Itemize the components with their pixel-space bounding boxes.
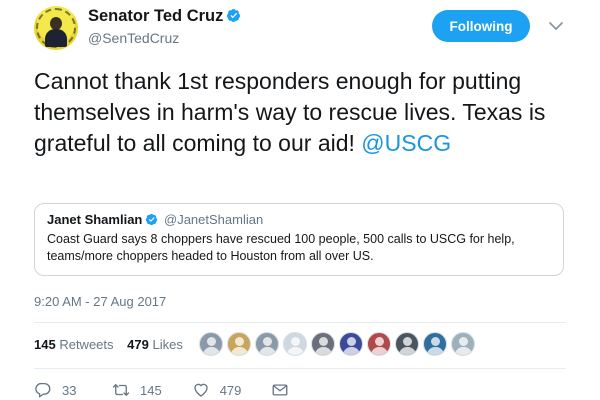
like-count: 479 <box>219 382 242 398</box>
liker-avatar[interactable] <box>339 332 363 356</box>
heart-icon <box>194 383 208 397</box>
tweet-timestamp[interactable]: 9:20 AM - 27 Aug 2017 <box>34 294 166 309</box>
author-handle[interactable]: @SenTedCruz <box>88 30 179 46</box>
liker-avatar-body <box>231 347 248 355</box>
verified-badge-icon <box>146 213 158 226</box>
quoted-author-handle: @JanetShamlian <box>164 212 264 227</box>
liker-avatar[interactable] <box>367 332 391 356</box>
liker-avatar[interactable] <box>255 332 279 356</box>
liker-avatar-head <box>459 337 468 346</box>
reply-count: 33 <box>62 382 77 398</box>
liker-avatar-head <box>291 337 300 346</box>
liker-avatar[interactable] <box>395 332 419 356</box>
quoted-tweet-header: Janet Shamlian @JanetShamlian <box>47 212 551 227</box>
liker-avatar-body <box>287 347 304 355</box>
liker-avatar[interactable] <box>311 332 335 356</box>
liker-avatar[interactable] <box>227 332 251 356</box>
retweet-count: 145 <box>140 382 162 398</box>
profile-avatar[interactable] <box>34 6 78 50</box>
direct-message-button[interactable] <box>271 381 299 399</box>
likes-label[interactable]: Likes <box>152 337 182 352</box>
author-name-row[interactable]: Senator Ted Cruz <box>88 7 241 26</box>
liker-avatar-body <box>399 347 416 355</box>
verified-badge-icon <box>227 8 241 23</box>
liker-avatar-body <box>455 347 472 355</box>
liker-avatar[interactable] <box>423 332 447 356</box>
liker-avatar-head <box>263 337 272 346</box>
avatar-torso <box>45 29 67 47</box>
mail-icon <box>272 384 288 396</box>
quoted-tweet[interactable]: Janet Shamlian @JanetShamlian Coast Guar… <box>34 203 564 276</box>
tweet-actions: 33 145 479 <box>34 380 329 400</box>
liker-avatar-head <box>347 337 356 346</box>
liker-avatar-body <box>203 347 220 355</box>
retweets-label[interactable]: Retweets <box>59 337 113 352</box>
divider <box>34 368 566 369</box>
liker-avatar-body <box>371 347 388 355</box>
tweet-header: Senator Ted Cruz @SenTedCruz Following <box>34 6 574 50</box>
liker-avatars <box>199 332 479 358</box>
liker-avatar-head <box>319 337 328 346</box>
tweet-body: Cannot thank 1st responders enough for p… <box>34 68 546 156</box>
liker-avatar[interactable] <box>451 332 475 356</box>
quoted-tweet-text: Coast Guard says 8 choppers have rescued… <box>47 232 515 263</box>
mention-link[interactable]: @USCG <box>361 130 451 156</box>
following-button[interactable]: Following <box>432 10 530 42</box>
liker-avatar-head <box>403 337 412 346</box>
divider <box>34 322 566 323</box>
tweet-text: Cannot thank 1st responders enough for p… <box>34 66 574 159</box>
liker-avatar-head <box>207 337 216 346</box>
tweet-stats: 145 Retweets 479 Likes <box>34 337 183 352</box>
liker-avatar-body <box>315 347 332 355</box>
quoted-author-name: Janet Shamlian <box>47 212 143 227</box>
liker-avatar[interactable] <box>283 332 307 356</box>
liker-avatar-head <box>375 337 384 346</box>
reply-icon <box>35 382 51 398</box>
retweet-button[interactable]: 145 <box>112 381 162 399</box>
liker-avatar-head <box>431 337 440 346</box>
liker-avatar-body <box>427 347 444 355</box>
liker-avatar-body <box>259 347 276 355</box>
author-name[interactable]: Senator Ted Cruz <box>88 7 223 25</box>
likes-count[interactable]: 479 <box>127 337 149 352</box>
liker-avatar[interactable] <box>199 332 223 356</box>
retweet-icon <box>112 384 130 396</box>
retweets-count[interactable]: 145 <box>34 337 56 352</box>
liker-avatar-head <box>235 337 244 346</box>
like-button[interactable]: 479 <box>192 381 242 399</box>
reply-button[interactable]: 33 <box>34 381 82 399</box>
liker-avatar-body <box>343 347 360 355</box>
chevron-down-icon[interactable] <box>548 18 564 34</box>
